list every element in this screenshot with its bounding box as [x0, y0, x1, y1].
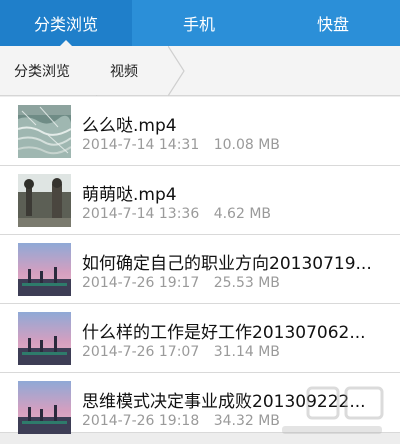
breadcrumb-label: 分类浏览 — [14, 63, 70, 80]
file-date: 2014-7-26 19:17 — [82, 275, 200, 291]
file-list: 么么哒.mp4 2014-7-14 14:31 10.08 MB 萌萌哒.mp4… — [0, 97, 400, 434]
video-thumbnail — [18, 381, 71, 434]
file-size: 4.62 MB — [213, 206, 272, 222]
tab-label: 手机 — [182, 15, 215, 34]
tab-label: 快盘 — [316, 15, 349, 34]
file-meta: 2014-7-26 19:18 34.32 MB — [82, 413, 386, 429]
file-date: 2014-7-14 13:36 — [82, 206, 200, 222]
top-tab-bar: 分类浏览 手机 快盘 — [0, 0, 400, 47]
file-meta: 2014-7-26 19:17 25.53 MB — [82, 275, 386, 291]
tab-category-browse[interactable]: 分类浏览 — [0, 0, 132, 47]
breadcrumb: 分类浏览 视频 — [0, 46, 400, 96]
video-thumbnail — [18, 243, 71, 296]
file-name: 如何确定自己的职业方向20130719... — [82, 254, 372, 274]
video-thumbnail — [18, 174, 71, 227]
file-name: 萌萌哒.mp4 — [82, 185, 177, 205]
file-size: 10.08 MB — [213, 137, 280, 153]
tab-kuaipan[interactable]: 快盘 — [266, 0, 400, 46]
video-thumbnail — [18, 105, 71, 158]
file-date: 2014-7-26 17:07 — [82, 344, 200, 360]
file-name: 思维模式决定事业成败201309222... — [82, 392, 366, 412]
list-item[interactable]: 么么哒.mp4 2014-7-14 14:31 10.08 MB — [0, 97, 400, 166]
file-date: 2014-7-26 19:18 — [82, 413, 200, 429]
file-size: 31.14 MB — [213, 344, 280, 360]
list-item[interactable]: 萌萌哒.mp4 2014-7-14 13:36 4.62 MB — [0, 166, 400, 235]
file-name: 么么哒.mp4 — [82, 116, 177, 136]
list-item[interactable]: 如何确定自己的职业方向20130719... 2014-7-26 19:17 2… — [0, 235, 400, 304]
file-meta: 2014-7-26 17:07 31.14 MB — [82, 344, 386, 360]
file-meta: 2014-7-14 14:31 10.08 MB — [82, 137, 386, 153]
app-window: 分类浏览 手机 快盘 分类浏览 视频 么么哒.mp4 2014-7-14 14:… — [0, 0, 400, 444]
file-name: 什么样的工作是好工作201307062... — [82, 323, 366, 343]
video-thumbnail — [18, 312, 71, 365]
list-item[interactable]: 思维模式决定事业成败201309222... 2014-7-26 19:18 3… — [0, 373, 400, 434]
list-item[interactable]: 什么样的工作是好工作201307062... 2014-7-26 17:07 3… — [0, 304, 400, 373]
chevron-right-icon — [168, 46, 188, 96]
file-size: 34.32 MB — [213, 413, 280, 429]
breadcrumb-label: 视频 — [110, 63, 138, 80]
file-meta: 2014-7-14 13:36 4.62 MB — [82, 206, 386, 222]
breadcrumb-item-video[interactable]: 视频 — [96, 46, 168, 95]
tab-phone[interactable]: 手机 — [132, 0, 266, 46]
file-size: 25.53 MB — [213, 275, 280, 291]
breadcrumb-item-category[interactable]: 分类浏览 — [0, 46, 96, 95]
tab-label: 分类浏览 — [33, 15, 98, 34]
file-date: 2014-7-14 14:31 — [82, 137, 200, 153]
